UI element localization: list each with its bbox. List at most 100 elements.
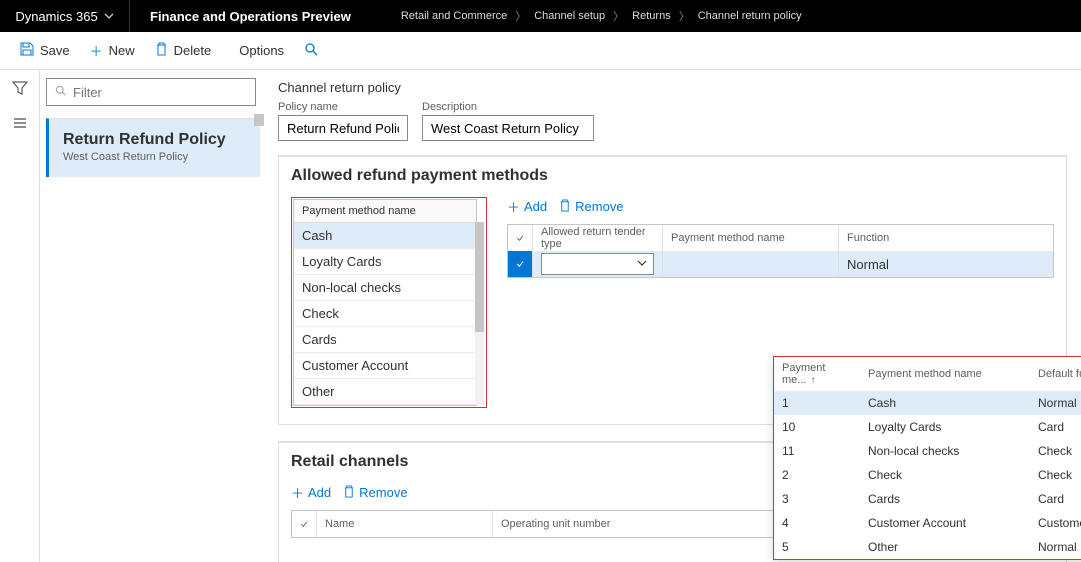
payment-method-cell[interactable] — [662, 251, 838, 277]
policy-name-input[interactable] — [278, 115, 408, 141]
dropdown-row[interactable]: 10 Loyalty Cards Card — [774, 415, 1081, 439]
list-item[interactable]: Other — [294, 379, 476, 405]
record-title: Return Refund Policy — [63, 131, 246, 149]
trash-icon — [155, 42, 168, 59]
breadcrumb-item[interactable]: Channel return policy — [698, 10, 802, 22]
description-field: Description — [422, 101, 594, 141]
payment-method-list: Payment method name Cash Loyalty Cards N… — [293, 199, 477, 406]
col-pm-name[interactable]: Payment method name — [860, 357, 1030, 391]
filter-input[interactable] — [73, 85, 249, 100]
remove-label: Remove — [575, 199, 623, 214]
list-item[interactable]: Check — [294, 301, 476, 327]
tender-dropdown[interactable] — [541, 253, 654, 275]
breadcrumb: Retail and Commerce 〉 Channel setup 〉 Re… — [401, 8, 802, 24]
plus-icon: ＋ — [507, 197, 520, 216]
record-list-pane: Return Refund Policy West Coast Return P… — [40, 70, 264, 562]
trash-icon — [343, 485, 355, 501]
row-selector[interactable] — [508, 251, 532, 277]
col-pm-number[interactable]: Payment me...↑ — [774, 357, 860, 391]
breadcrumb-item[interactable]: Channel setup — [534, 10, 605, 22]
remove-button[interactable]: Remove — [559, 199, 623, 215]
form-content: Channel return policy Policy name Descri… — [264, 70, 1081, 562]
select-all-checkbox[interactable] — [292, 511, 316, 537]
trash-icon — [559, 199, 571, 215]
chevron-right-icon: 〉 — [679, 8, 690, 24]
plus-icon: ＋ — [291, 483, 304, 502]
search-icon — [304, 42, 318, 59]
dropdown-row[interactable]: 5 Other Normal — [774, 535, 1081, 559]
options-button[interactable]: Options — [231, 38, 292, 63]
header-fields: Policy name Description — [278, 101, 1067, 141]
grid-row[interactable]: Normal — [508, 251, 1053, 277]
filter-box[interactable] — [46, 78, 256, 106]
left-rail — [0, 70, 40, 562]
dropdown-row[interactable]: 3 Cards Card — [774, 487, 1081, 511]
add-button[interactable]: ＋ Add — [507, 197, 547, 216]
function-cell[interactable]: Normal — [838, 251, 998, 277]
col-tender[interactable]: Allowed return tender type — [532, 225, 662, 251]
breadcrumb-item[interactable]: Retail and Commerce — [401, 10, 507, 22]
filter-icon[interactable] — [12, 80, 28, 99]
chevron-down-icon — [104, 9, 114, 24]
policy-name-field: Policy name — [278, 101, 408, 141]
scrollbar-thumb[interactable] — [475, 222, 484, 332]
record-subtitle: West Coast Return Policy — [63, 151, 246, 163]
action-bar: Save ＋ New Delete Options — [0, 32, 1081, 70]
plus-icon: ＋ — [90, 41, 103, 60]
new-label: New — [109, 43, 135, 58]
remove-button[interactable]: Remove — [343, 485, 407, 501]
sort-asc-icon: ↑ — [810, 375, 815, 386]
dropdown-row[interactable]: 4 Customer Account Customer — [774, 511, 1081, 535]
tender-dropdown-panel[interactable]: Payment me...↑ Payment method name Defau… — [773, 356, 1081, 560]
page-title: Channel return policy — [278, 80, 1067, 95]
list-item[interactable]: Cards — [294, 327, 476, 353]
add-label: Add — [308, 485, 331, 500]
list-item[interactable]: Non-local checks — [294, 275, 476, 301]
list-item[interactable]: Customer Account — [294, 353, 476, 379]
module-title: Finance and Operations Preview — [130, 0, 371, 32]
list-item[interactable]: Loyalty Cards — [294, 249, 476, 275]
search-icon — [55, 85, 67, 100]
dropdown-header-row: Payment me...↑ Payment method name Defau… — [774, 357, 1081, 391]
col-default-function[interactable]: Default function — [1030, 357, 1081, 391]
search-button[interactable] — [296, 37, 326, 64]
remove-label: Remove — [359, 485, 407, 500]
chevron-right-icon: 〉 — [613, 8, 624, 24]
payment-method-header[interactable]: Payment method name — [294, 200, 476, 223]
record-list-item[interactable]: Return Refund Policy West Coast Return P… — [46, 118, 260, 177]
app-header: Dynamics 365 Finance and Operations Prev… — [0, 0, 1081, 32]
select-all-checkbox[interactable] — [508, 225, 532, 251]
description-label: Description — [422, 101, 594, 113]
brand-label: Dynamics 365 — [15, 9, 97, 24]
scrollbar-thumb[interactable] — [254, 114, 264, 126]
brand-switcher[interactable]: Dynamics 365 — [0, 0, 130, 32]
dropdown-row[interactable]: 11 Non-local checks Check — [774, 439, 1081, 463]
col-name[interactable]: Name — [316, 511, 492, 537]
chevron-right-icon: 〉 — [515, 8, 526, 24]
dropdown-row[interactable]: 1 Cash Normal — [774, 391, 1081, 415]
scrollbar[interactable] — [475, 222, 484, 405]
payment-method-list-highlight: Payment method name Cash Loyalty Cards N… — [291, 197, 487, 408]
col-payment-method[interactable]: Payment method name — [662, 225, 838, 251]
allowed-return-grid: Allowed return tender type Payment metho… — [507, 224, 1054, 278]
policy-name-label: Policy name — [278, 101, 408, 113]
add-button[interactable]: ＋ Add — [291, 483, 331, 502]
allowed-grid-column: ＋ Add Remove — [507, 197, 1054, 278]
save-button[interactable]: Save — [12, 37, 78, 64]
section-title: Allowed refund payment methods — [291, 167, 1054, 185]
delete-button[interactable]: Delete — [147, 37, 220, 64]
new-button[interactable]: ＋ New — [82, 36, 143, 65]
list-icon[interactable] — [12, 115, 28, 134]
add-label: Add — [524, 199, 547, 214]
dropdown-highlight: Payment me...↑ Payment method name Defau… — [773, 356, 1081, 560]
dropdown-table: Payment me...↑ Payment method name Defau… — [774, 357, 1081, 559]
description-input[interactable] — [422, 115, 594, 141]
breadcrumb-item[interactable]: Returns — [632, 10, 671, 22]
save-label: Save — [40, 43, 70, 58]
options-label: Options — [239, 43, 284, 58]
col-function[interactable]: Function — [838, 225, 998, 251]
list-item[interactable]: Cash — [294, 223, 476, 249]
tender-cell[interactable] — [532, 251, 662, 277]
save-icon — [20, 42, 34, 59]
dropdown-row[interactable]: 2 Check Check — [774, 463, 1081, 487]
